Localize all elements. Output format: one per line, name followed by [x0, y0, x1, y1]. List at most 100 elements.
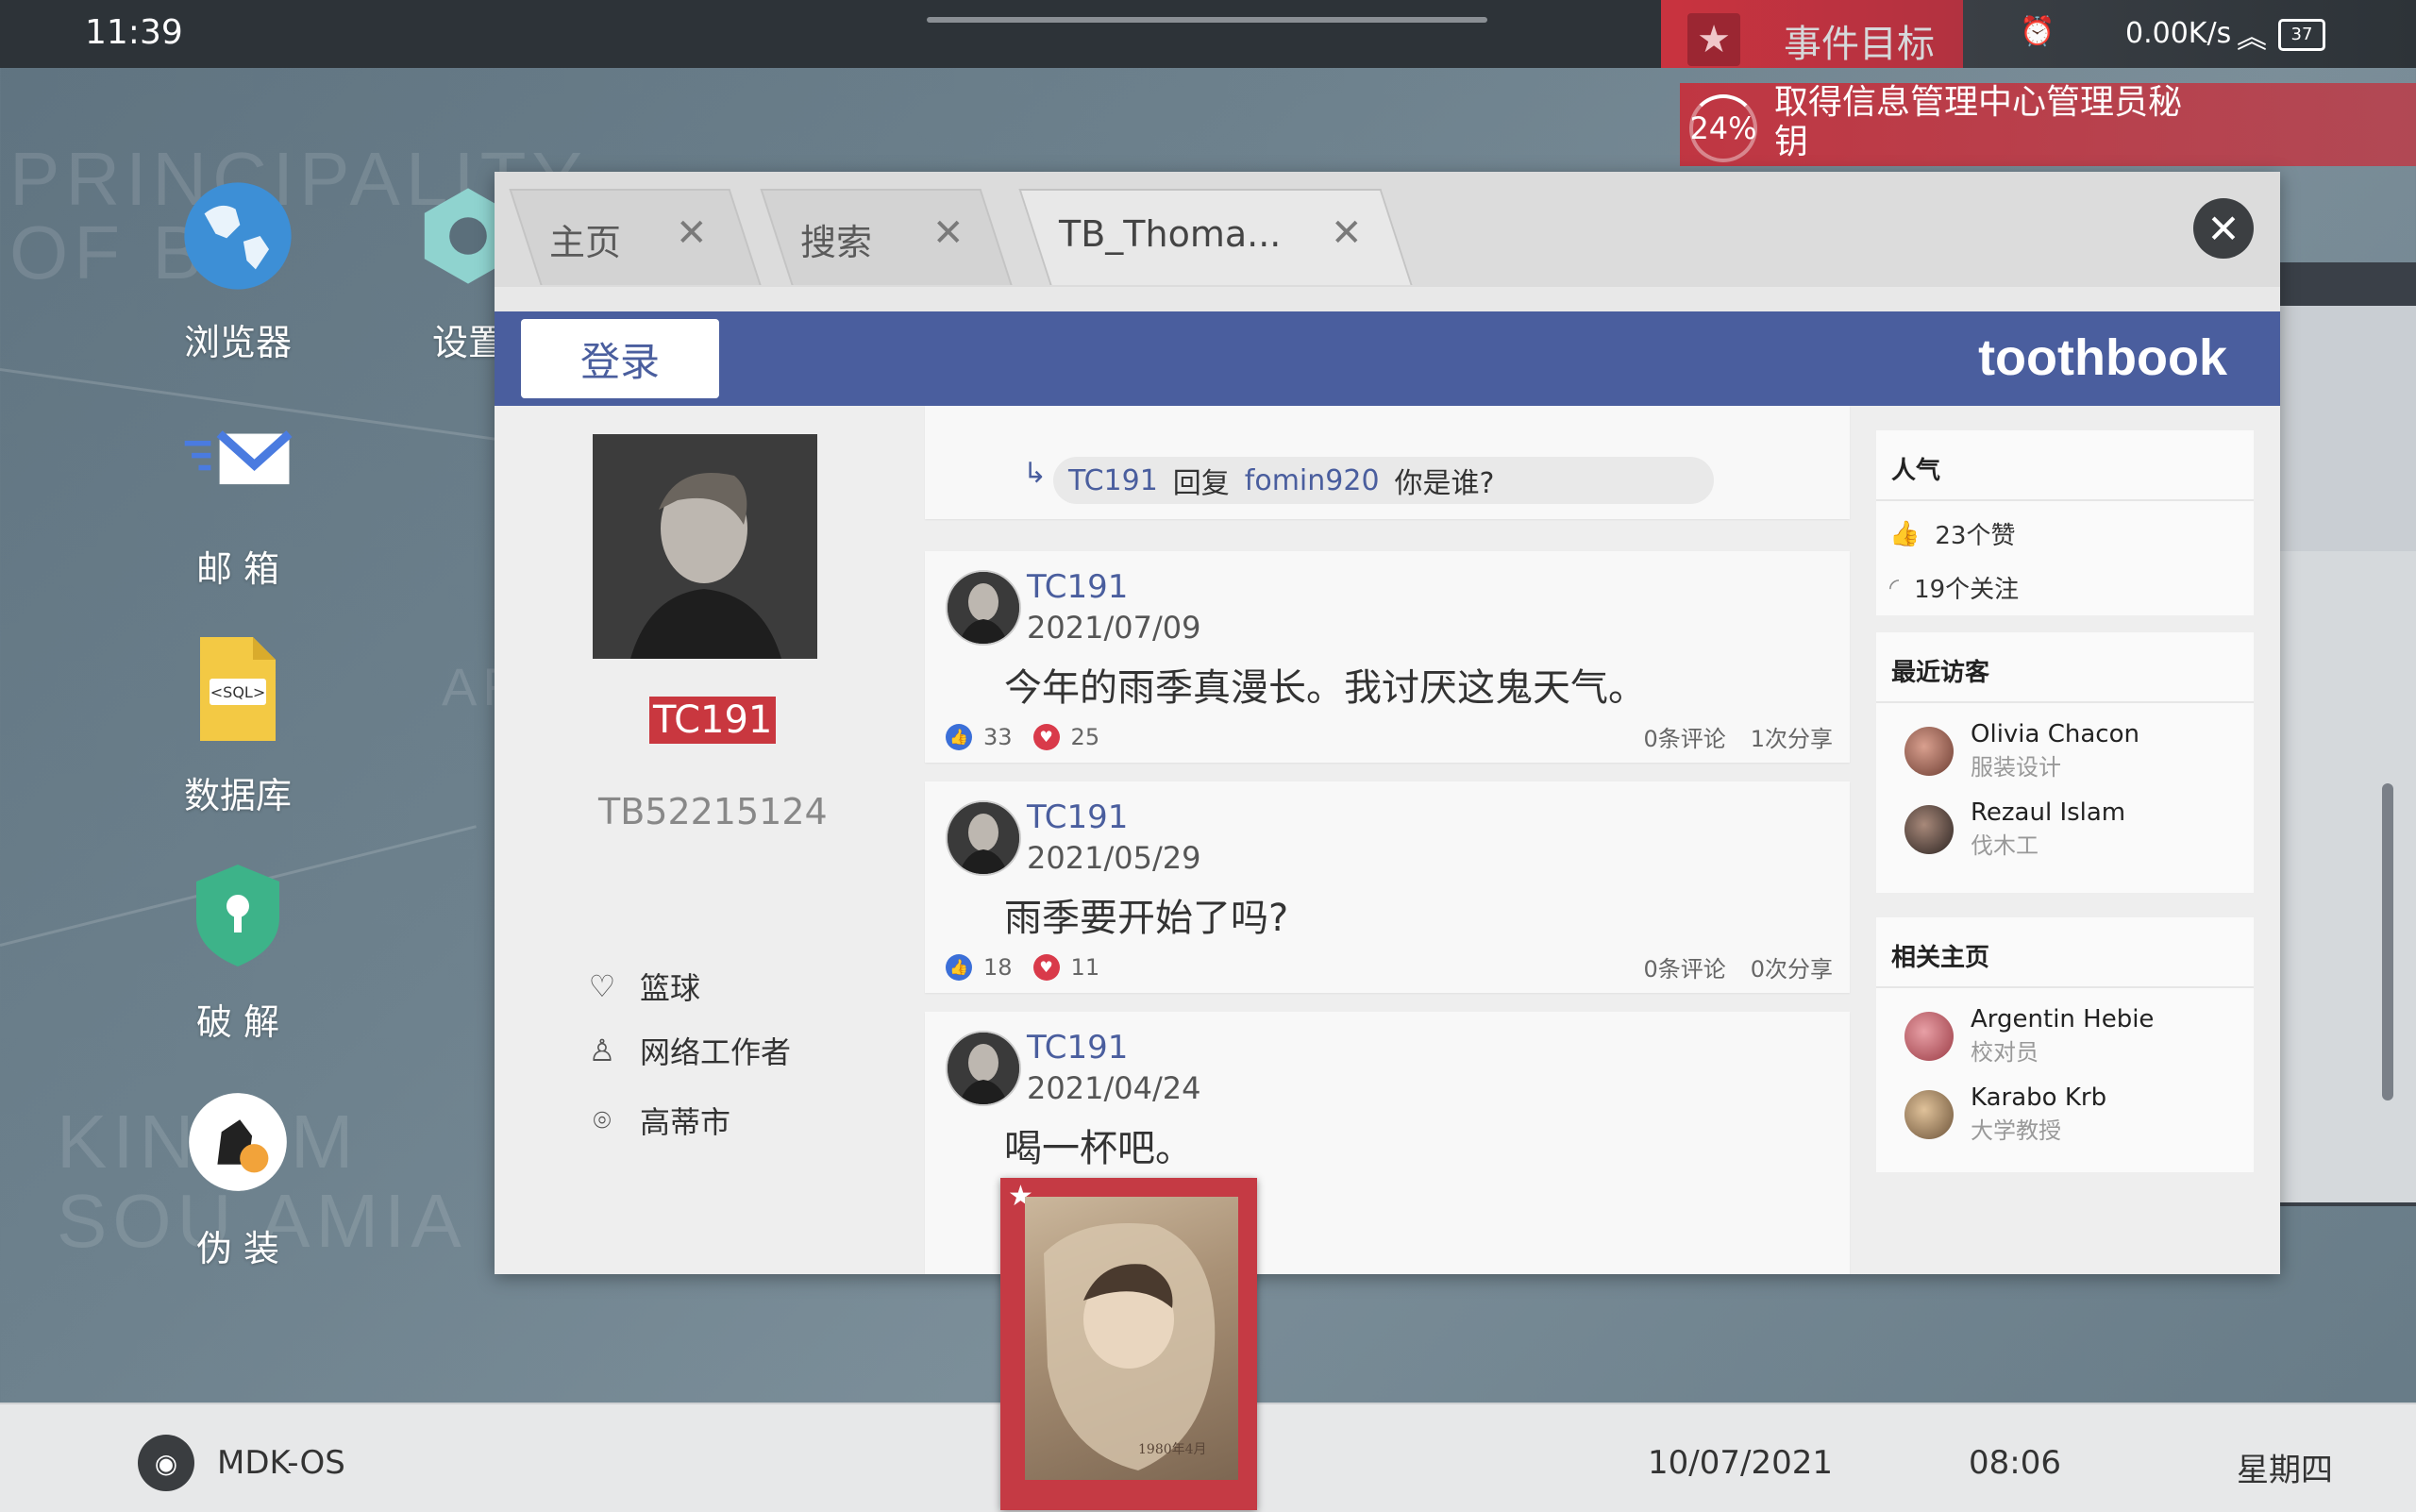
thumbs-up-icon[interactable]: 👍 — [946, 953, 972, 981]
post-username[interactable]: TC191 — [1027, 798, 1128, 836]
share-count[interactable]: 1次分享 — [1751, 720, 1833, 753]
visitor-role: 服装设计 — [1971, 754, 2061, 781]
mission-header-title: 事件目标 — [1784, 23, 1935, 66]
post-card: TC191 2021/05/29 雨季要开始了吗? 👍 18 ♥ 11 0条评论… — [925, 781, 1850, 993]
post-card: TC191 2021/07/09 今年的雨季真漫长。我讨厌这鬼天气。 👍 33 … — [925, 551, 1850, 763]
close-icon[interactable]: ✕ — [932, 211, 965, 255]
avatar — [1904, 1011, 1954, 1061]
taskbar-time: 08:06 — [1969, 1444, 2061, 1482]
like-count: 18 — [983, 953, 1013, 981]
site-header: 登录 toothbook — [495, 311, 2280, 406]
post-meta: 👍 18 ♥ 11 0条评论 0次分享 — [946, 950, 1833, 983]
post-username[interactable]: TC191 — [1027, 568, 1128, 606]
desktop-icon-label: 浏览器 — [183, 322, 292, 363]
avatar — [1904, 804, 1954, 854]
alarm-icon: ⏰ — [2020, 15, 2055, 48]
related-page-role: 校对员 — [1971, 1039, 2038, 1066]
pull-down-handle[interactable] — [927, 17, 1487, 23]
post-text: 喝一杯吧。 — [1004, 1127, 1193, 1170]
taskbar-date: 10/07/2021 — [1648, 1444, 1833, 1482]
post-date: 2021/05/29 — [1027, 840, 1201, 876]
login-button[interactable]: 登录 — [521, 319, 719, 398]
svg-text:1980年4月: 1980年4月 — [1138, 1442, 1207, 1457]
status-clock: 11:39 — [85, 13, 183, 52]
evidence-photo-card[interactable]: ★ 1980年4月 — [1000, 1178, 1257, 1510]
post-text: 今年的雨季真漫长。我讨厌这鬼天气。 — [1004, 666, 1646, 710]
desktop-icon-label: 伪 装 — [195, 1228, 280, 1269]
heart-icon[interactable]: ♥ — [1032, 723, 1060, 750]
svg-text:<SQL>: <SQL> — [210, 683, 265, 701]
visitor-name: Olivia Chacon — [1971, 720, 2139, 748]
related-page-item[interactable]: Argentin Hebie 校对员 — [1876, 988, 2254, 1067]
post-meta: 👍 33 ♥ 25 0条评论 1次分享 — [946, 720, 1833, 753]
star-icon[interactable]: ★ — [1687, 13, 1740, 66]
tab-home[interactable] — [509, 189, 762, 285]
desktop-icon-label: 破 解 — [195, 1001, 280, 1043]
tab-strip: 主页 ✕ 搜索 ✕ TB_Thoma... ✕ ✕ — [495, 172, 2280, 287]
post-date: 2021/07/09 — [1027, 610, 1201, 646]
recent-visitors-title: 最近访客 — [1876, 632, 2254, 703]
likes-stat: 👍 23个赞 — [1876, 501, 2254, 555]
avatar — [1904, 726, 1954, 776]
desktop-icon-browser[interactable]: 浏览器 — [134, 179, 342, 365]
desktop-icon-disguise[interactable]: 伪 装 — [134, 1085, 342, 1271]
os-name[interactable]: MDK-OS — [217, 1444, 345, 1482]
wifi-icon: ︽ — [2237, 19, 2268, 55]
desktop-icon-mail[interactable]: 邮 箱 — [134, 406, 342, 592]
comment-count[interactable]: 0条评论 — [1643, 950, 1725, 983]
tab-search[interactable] — [760, 189, 1013, 285]
likes-stat-text: 23个赞 — [1935, 522, 2016, 550]
desktop-icon-database[interactable]: <SQL> 数据库 — [134, 632, 342, 818]
post-username[interactable]: TC191 — [1027, 1029, 1128, 1067]
post-avatar[interactable] — [946, 1031, 1021, 1106]
network-speed: 0.00K/s — [2125, 17, 2232, 50]
system-icons: ⏰ — [2020, 15, 2055, 48]
taskbar-weekday: 星期四 — [2237, 1452, 2333, 1489]
visitor-name: Rezaul Islam — [1971, 798, 2126, 827]
popularity-title: 人气 — [1876, 430, 2254, 501]
like-count: 33 — [983, 723, 1013, 750]
background-scrollbar[interactable] — [2382, 783, 2393, 1100]
related-page-item[interactable]: Karabo Krb 大学教授 — [1876, 1067, 2254, 1145]
related-page-name: Argentin Hebie — [1971, 1005, 2155, 1033]
visitor-item[interactable]: Rezaul Islam 伐木工 — [1876, 781, 2254, 860]
feed: TC191 2021/07/09 今年的雨季真漫长。我讨厌这鬼天气。 👍 33 … — [495, 406, 2280, 1274]
tab-profile-label: TB_Thoma... — [1059, 213, 1282, 255]
thumbs-up-icon[interactable]: 👍 — [946, 723, 972, 750]
related-page-name: Karabo Krb — [1971, 1084, 2107, 1112]
thumbs-up-icon: 👍 — [1889, 519, 1921, 548]
mission-description: 取得信息管理中心管理员秘钥 — [1774, 83, 2183, 161]
related-pages-title: 相关主页 — [1876, 917, 2254, 988]
baby-photo: 1980年4月 — [1025, 1197, 1238, 1480]
tab-home-label: 主页 — [549, 222, 622, 263]
related-pages-card: 相关主页 Argentin Hebie 校对员 Karabo Krb 大学教授 — [1876, 917, 2254, 1172]
desktop-icon-crack[interactable]: 破 解 — [134, 859, 342, 1045]
desktop-icon-label: 数据库 — [183, 775, 292, 816]
battery-icon: 37 — [2278, 19, 2325, 51]
background-panel-section — [2280, 306, 2416, 551]
post-avatar[interactable] — [946, 570, 1021, 646]
post-date: 2021/04/24 — [1027, 1070, 1201, 1106]
popularity-card: 人气 👍 23个赞 ◜ 19个关注 — [1876, 430, 2254, 615]
comment-count[interactable]: 0条评论 — [1643, 720, 1725, 753]
rss-icon: ◜ — [1889, 573, 1900, 602]
tab-search-label: 搜索 — [800, 222, 873, 263]
close-icon[interactable]: ✕ — [1331, 211, 1363, 255]
shield-key-icon — [181, 859, 294, 972]
post-avatar[interactable] — [946, 800, 1021, 876]
mail-icon — [181, 406, 294, 519]
window-close-button[interactable]: ✕ — [2193, 198, 2254, 259]
close-icon[interactable]: ✕ — [676, 211, 708, 255]
post-text: 雨季要开始了吗? — [1004, 897, 1289, 940]
eye-logo-icon[interactable]: ◉ — [138, 1435, 194, 1491]
share-count[interactable]: 0次分享 — [1751, 950, 1833, 983]
visitor-role: 伐木工 — [1971, 832, 2038, 859]
desktop-icon-label: 邮 箱 — [195, 548, 280, 590]
site-brand-logo[interactable]: toothbook — [1978, 328, 2227, 387]
mission-progress-ring: 24% — [1689, 94, 1757, 162]
background-panel-section — [2280, 551, 2416, 1202]
heart-count: 25 — [1070, 723, 1100, 750]
recent-visitors-card: 最近访客 Olivia Chacon 服装设计 Rezaul Islam 伐木工 — [1876, 632, 2254, 893]
heart-icon[interactable]: ♥ — [1032, 953, 1060, 981]
visitor-item[interactable]: Olivia Chacon 服装设计 — [1876, 703, 2254, 781]
